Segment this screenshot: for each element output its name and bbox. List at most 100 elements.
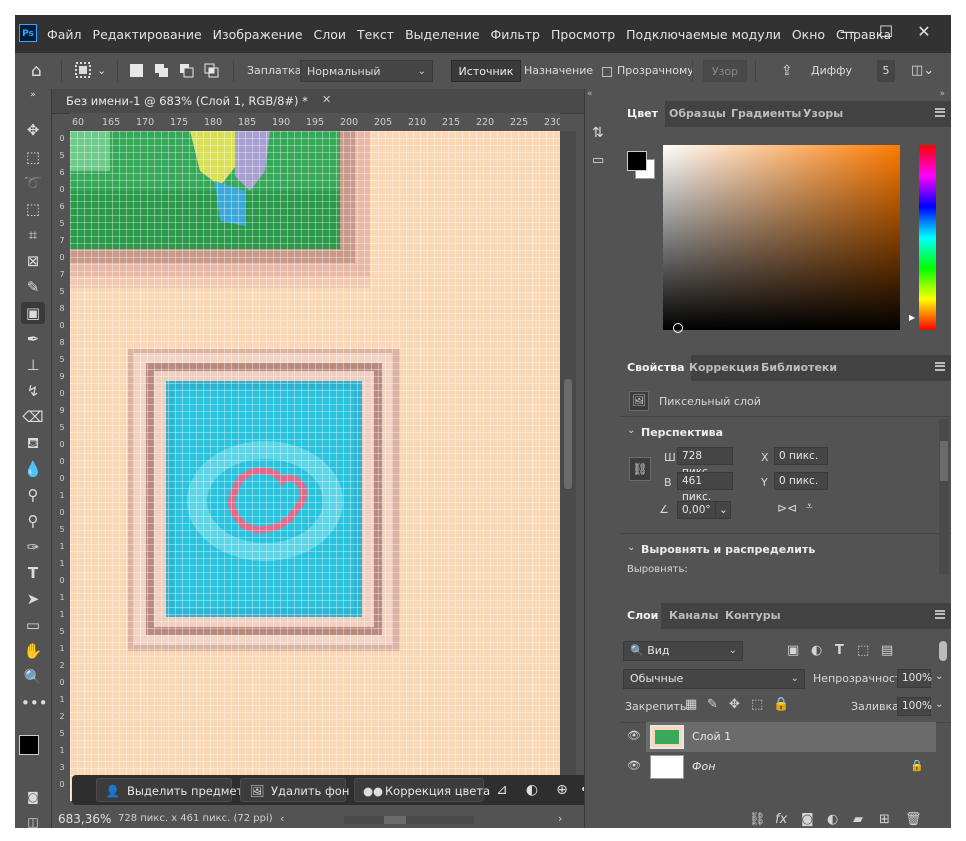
panel-menu-icon[interactable] — [935, 610, 945, 619]
chevron-down-icon[interactable]: ⌄ — [715, 501, 731, 519]
new-layer-icon[interactable]: ⊞ — [879, 812, 890, 827]
document-canvas[interactable] — [70, 131, 560, 801]
tab-color[interactable]: Цвет — [619, 101, 665, 127]
frame-tool-icon[interactable]: ⊠ — [21, 250, 45, 272]
scrollbar-thumb[interactable] — [564, 379, 572, 489]
hue-slider-marker-icon[interactable]: ▶ — [909, 313, 915, 322]
adjustment-icon[interactable]: ◐ — [520, 778, 544, 802]
properties-scrollbar[interactable] — [939, 419, 949, 574]
tab-layers[interactable]: Слои — [619, 603, 661, 629]
adjustment-layer-icon[interactable]: ◐ — [827, 812, 838, 827]
transform-section-title[interactable]: Перспектива — [641, 426, 723, 439]
add-selection-icon[interactable] — [154, 63, 169, 78]
lock-pixels-icon[interactable]: ✎ — [707, 697, 718, 712]
lock-transparency-icon[interactable]: ▦ — [685, 697, 697, 712]
patch-mode-select[interactable]: Нормальный ⌄ — [300, 60, 433, 82]
add-mask-icon[interactable]: ◙ — [801, 812, 814, 827]
eye-icon[interactable]: 👁 — [627, 729, 641, 742]
maximize-icon[interactable]: ☐ — [873, 21, 899, 43]
subtract-selection-icon[interactable] — [179, 63, 194, 78]
generate-image-icon[interactable]: ⊕ — [550, 778, 574, 802]
filter-toggle[interactable] — [939, 641, 947, 661]
flip-horizontal-icon[interactable]: ⊳⊲ — [777, 501, 797, 515]
group-folder-icon[interactable]: ▰ — [853, 812, 863, 827]
patch-tool-icon[interactable]: ▣ — [21, 302, 45, 324]
comments-icon[interactable]: ▭ — [592, 153, 604, 168]
layer-filter-select[interactable]: 🔍 Вид ⌄ — [623, 641, 743, 661]
x-input[interactable]: 0 пикс. — [774, 447, 828, 465]
object-selection-tool-icon[interactable]: ⬚ — [21, 198, 45, 220]
section-collapse-icon[interactable]: ⌄ — [627, 425, 635, 436]
brush-tool-icon[interactable]: ✒ — [21, 328, 45, 350]
lasso-tool-icon[interactable]: ➰ — [21, 172, 45, 194]
foreground-color-chip[interactable] — [627, 151, 647, 171]
panel-menu-icon[interactable] — [935, 108, 945, 117]
tab-libraries[interactable]: Библиотеки — [761, 355, 837, 381]
history-brush-tool-icon[interactable]: ↯ — [21, 380, 45, 402]
menu-window[interactable]: Окно — [792, 27, 825, 42]
quick-mask-icon[interactable]: ◙ — [21, 786, 45, 808]
layer-row-layer1[interactable]: Слой 1 — [646, 722, 936, 752]
stamp-tool-icon[interactable]: ⊥ — [21, 354, 45, 376]
vertical-scrollbar[interactable] — [560, 131, 576, 801]
paint-bucket-tool-icon[interactable]: ⛾ — [21, 432, 45, 454]
panel-menu-icon[interactable] — [935, 362, 945, 371]
filter-smart-object-icon[interactable]: ▤ — [881, 643, 893, 658]
chevron-down-icon[interactable]: ⌄ — [935, 671, 943, 682]
pen-tool-icon[interactable]: ✑ — [21, 536, 45, 558]
screen-mode-icon[interactable]: ◫ — [21, 811, 45, 828]
hue-slider[interactable] — [919, 145, 936, 330]
section-collapse-icon[interactable]: ⌄ — [627, 542, 635, 553]
filter-type-icon[interactable]: T — [835, 643, 844, 658]
menu-layers[interactable]: Слои — [314, 27, 347, 42]
link-icon[interactable]: ⛓ — [629, 457, 651, 481]
lock-all-icon[interactable]: 🔒 — [773, 697, 789, 712]
filter-adjustment-icon[interactable]: ◐ — [811, 643, 822, 658]
zoom-tool-icon[interactable]: 🔍 — [21, 666, 45, 688]
patch-tool-preset-icon[interactable] — [73, 60, 95, 82]
eraser-tool-icon[interactable]: ⌫ — [21, 406, 45, 428]
tab-gradients[interactable]: Градиенты — [731, 101, 801, 127]
link-layers-icon[interactable]: ⛓ — [749, 812, 766, 827]
filter-pixel-icon[interactable]: ▣ — [787, 643, 799, 658]
intersect-selection-icon[interactable] — [204, 63, 219, 78]
collapse-icon[interactable]: » — [21, 89, 45, 101]
tab-channels[interactable]: Каналы — [669, 603, 718, 629]
filter-shape-icon[interactable]: ⬚ — [857, 643, 869, 658]
hand-tool-icon[interactable]: ✋ — [21, 640, 45, 662]
move-tool-icon[interactable]: ✥ — [21, 119, 45, 141]
properties-scrollbar-thumb[interactable] — [940, 441, 948, 481]
chevron-left-icon[interactable]: ‹ — [280, 812, 284, 825]
type-tool-icon[interactable]: T — [21, 562, 45, 584]
height-input[interactable]: 461 пикс. — [677, 472, 733, 503]
blend-mode-select[interactable]: Обычные ⌄ — [623, 669, 805, 689]
layer-row-background[interactable]: Фон 🔒 — [646, 752, 936, 782]
source-button[interactable]: Источник — [451, 60, 521, 82]
color-correction-button[interactable]: ●● Коррекция цвета — [354, 778, 490, 802]
dodge-tool-icon[interactable]: ⚲ — [21, 484, 45, 506]
diffusion-value[interactable]: 5 — [877, 60, 895, 82]
align-section-title[interactable]: Выровнять и распределить — [641, 543, 815, 556]
menu-image[interactable]: Изображение — [213, 27, 303, 42]
workspace-icon[interactable]: ◫⌄ — [911, 60, 934, 82]
trash-icon[interactable]: 🗑 — [905, 812, 922, 827]
lock-position-icon[interactable]: ✥ — [729, 697, 740, 712]
flip-vertical-icon[interactable]: ⩡ — [806, 499, 813, 514]
crop-tool-icon[interactable]: ⌗ — [21, 224, 45, 246]
minimize-icon[interactable]: — — [835, 21, 861, 43]
path-selection-tool-icon[interactable]: ➤ — [21, 588, 45, 610]
opacity-input[interactable]: 100% — [897, 669, 932, 688]
transparent-checkbox[interactable] — [602, 67, 612, 77]
new-selection-icon[interactable] — [129, 63, 144, 78]
lock-artboard-icon[interactable]: ⬚ — [751, 697, 763, 712]
chevron-down-icon[interactable]: ⌄ — [935, 699, 943, 710]
marquee-tool-icon[interactable]: ⬚ — [21, 146, 45, 168]
menu-file[interactable]: Файл — [47, 27, 82, 42]
expand-icon[interactable]: « — [587, 89, 593, 99]
fill-input[interactable]: 100% — [897, 697, 932, 716]
close-tab-icon[interactable]: ✕ — [322, 93, 331, 106]
rectangle-tool-icon[interactable]: ▭ — [21, 614, 45, 636]
menu-type[interactable]: Текст — [357, 27, 394, 42]
horizontal-scrollbar[interactable] — [344, 816, 474, 824]
menu-plugins[interactable]: Подключаемые модули — [626, 27, 781, 42]
